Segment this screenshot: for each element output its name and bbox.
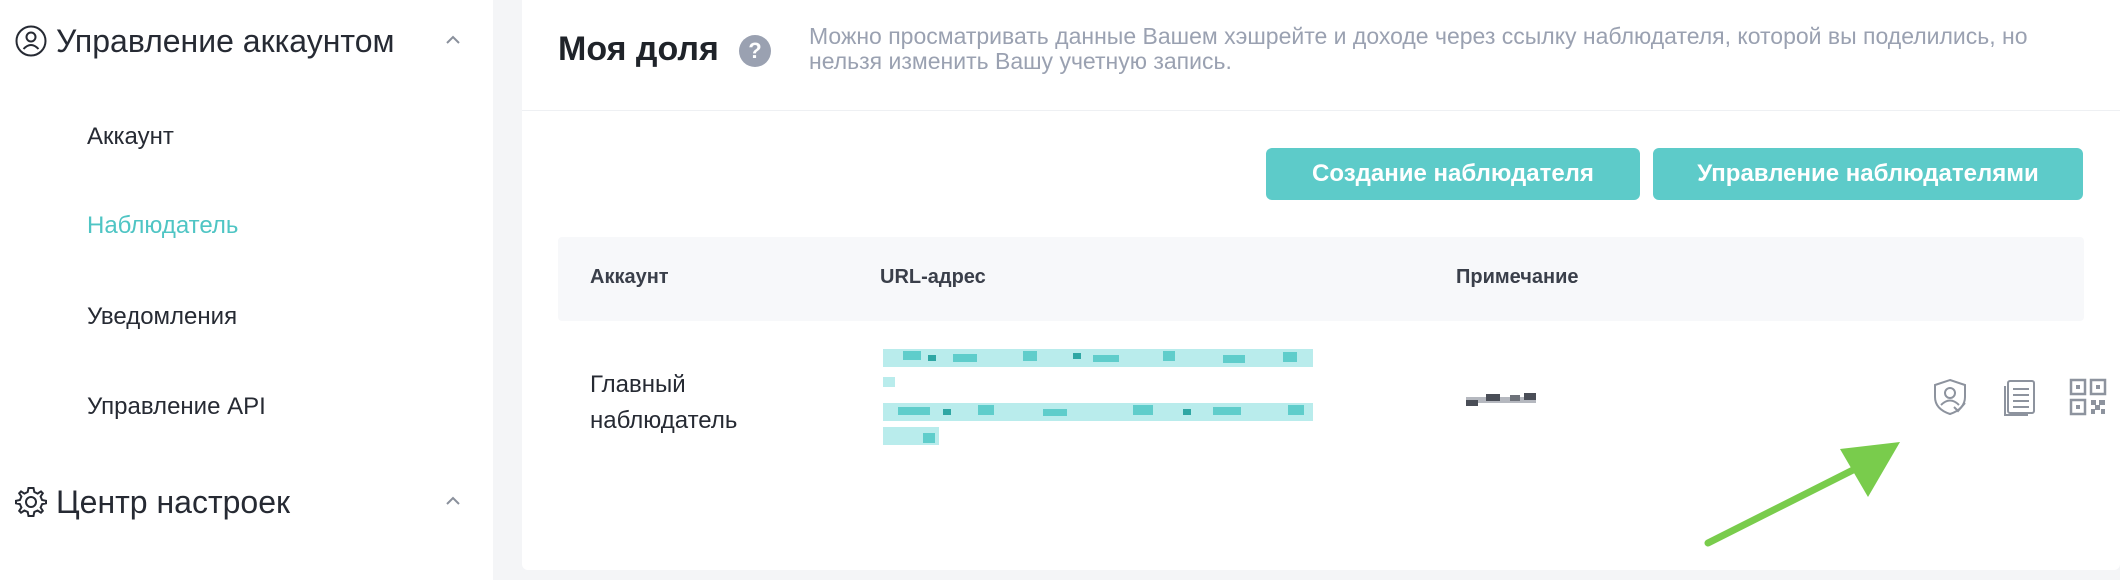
copy-document-icon[interactable] bbox=[2000, 377, 2040, 417]
column-header-url: URL-адрес bbox=[880, 266, 986, 288]
create-observer-button[interactable]: Создание наблюдателя bbox=[1266, 148, 1640, 200]
chevron-up-icon[interactable] bbox=[442, 29, 464, 51]
annotation-arrow bbox=[1704, 442, 1900, 547]
sidebar-item-account[interactable]: Аккаунт bbox=[87, 122, 174, 152]
gear-icon bbox=[15, 487, 47, 517]
blurred-note bbox=[1466, 393, 1536, 406]
page-description: Можно просматривать данные Вашем хэшрейт… bbox=[809, 23, 2028, 74]
observer-name: Главный наблюдатель bbox=[590, 371, 738, 434]
sidebar-group-label: Центр настроек bbox=[56, 483, 290, 520]
user-circle-icon bbox=[15, 25, 47, 57]
sidebar-item-observer[interactable]: Наблюдатель bbox=[87, 211, 238, 241]
sidebar-group-account-management[interactable]: Управление аккаунтом bbox=[14, 19, 464, 63]
panel-header: Моя доля ? Можно просматривать данные Ва… bbox=[522, 0, 2120, 111]
table-header: Аккаунт URL-адрес Примечание bbox=[558, 237, 2084, 321]
chevron-up-icon[interactable] bbox=[442, 490, 464, 512]
sidebar-group-settings-center[interactable]: Центр настроек bbox=[14, 480, 464, 524]
sidebar-item-label: Управление API bbox=[87, 393, 266, 420]
blurred-url[interactable] bbox=[883, 349, 1323, 449]
column-header-note: Примечание bbox=[1456, 266, 1579, 288]
question-mark-icon[interactable]: ? bbox=[739, 35, 771, 67]
sidebar-item-label: Аккаунт bbox=[87, 123, 174, 150]
page-title: Моя доля bbox=[558, 30, 719, 68]
qr-code-icon[interactable] bbox=[2068, 377, 2108, 417]
column-header-account: Аккаунт bbox=[590, 266, 669, 288]
sidebar-item-api-management[interactable]: Управление API bbox=[87, 392, 266, 422]
sidebar-group-label: Управление аккаунтом bbox=[56, 22, 395, 59]
sidebar-item-label: Уведомления bbox=[87, 303, 238, 330]
shield-user-icon[interactable] bbox=[1930, 377, 1970, 417]
sidebar-item-label: Наблюдатель bbox=[87, 212, 239, 239]
sidebar-item-notifications[interactable]: Уведомления bbox=[87, 302, 237, 332]
manage-observers-button[interactable]: Управление наблюдателями bbox=[1653, 148, 2083, 200]
sidebar: Управление аккаунтом Аккаунт Наблюдатель… bbox=[0, 0, 493, 580]
